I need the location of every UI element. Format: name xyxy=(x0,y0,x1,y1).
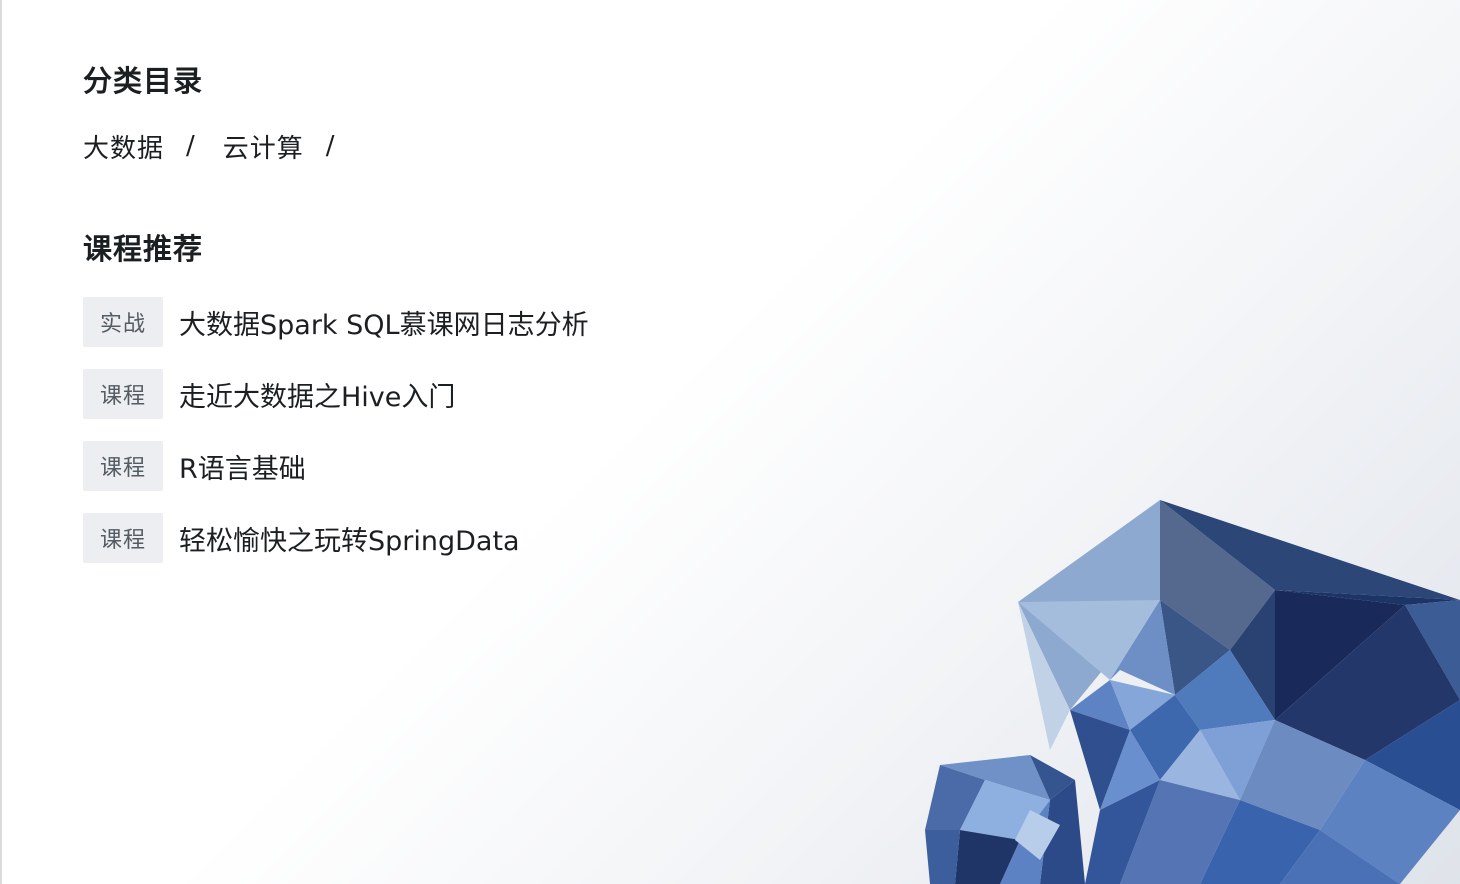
category-dropdown-panel: 分类目录 大数据 / 云计算 / 课程推荐 实战 大数据Spark SQL慕课网… xyxy=(83,60,983,585)
course-list: 实战 大数据Spark SQL慕课网日志分析 课程 走近大数据之Hive入门 课… xyxy=(83,297,983,563)
catalog-separator: / xyxy=(186,131,195,161)
catalog-link-cloud[interactable]: 云计算 xyxy=(223,128,304,165)
course-type-badge: 课程 xyxy=(83,513,163,563)
course-title[interactable]: 走近大数据之Hive入门 xyxy=(179,375,455,414)
catalog-separator: / xyxy=(325,131,335,161)
catalog-link-bigdata[interactable]: 大数据 xyxy=(83,128,164,165)
course-item[interactable]: 课程 轻松愉快之玩转SpringData xyxy=(83,513,983,563)
recommend-title: 课程推荐 xyxy=(83,232,204,266)
course-title[interactable]: 轻松愉快之玩转SpringData xyxy=(179,519,520,558)
panel-border xyxy=(0,0,2,884)
course-type-badge: 课程 xyxy=(83,441,163,491)
course-title[interactable]: R语言基础 xyxy=(179,447,306,486)
course-item[interactable]: 课程 走近大数据之Hive入门 xyxy=(83,369,983,419)
course-item[interactable]: 课程 R语言基础 xyxy=(83,441,983,491)
catalog-title: 分类目录 xyxy=(83,64,204,98)
course-item[interactable]: 实战 大数据Spark SQL慕课网日志分析 xyxy=(83,297,983,347)
course-type-badge: 实战 xyxy=(83,297,163,347)
low-poly-crystal-icon xyxy=(925,500,1460,884)
course-title[interactable]: 大数据Spark SQL慕课网日志分析 xyxy=(179,303,589,342)
course-type-badge: 课程 xyxy=(83,369,163,419)
catalog-breadcrumb: 大数据 / 云计算 / xyxy=(83,126,983,166)
